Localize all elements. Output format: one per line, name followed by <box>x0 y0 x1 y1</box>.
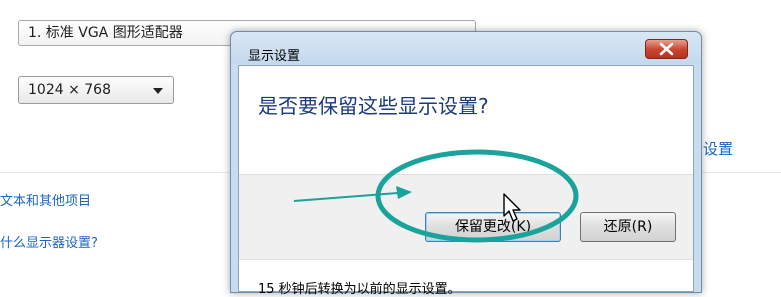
dialog-question: 是否要保留这些显示设置? <box>258 94 489 118</box>
text-size-link[interactable]: 文本和其他项目 <box>0 190 91 209</box>
advanced-settings-link[interactable]: 设置 <box>703 138 733 159</box>
help-display-settings-link[interactable]: 什么显示器设置? <box>0 232 98 251</box>
resolution-value: 1024 × 768 <box>28 82 111 98</box>
dialog-titlebar[interactable]: 显示设置 <box>231 32 701 64</box>
close-button[interactable] <box>645 39 688 59</box>
display-device-value: 1. 标准 VGA 图形适配器 <box>28 25 183 41</box>
mouse-pointer-icon <box>503 193 521 222</box>
keep-changes-button[interactable]: 保留更改(K) <box>425 212 561 242</box>
dialog-title: 显示设置 <box>248 49 301 64</box>
close-icon <box>659 42 674 56</box>
resolution-dropdown[interactable]: 1024 × 768 <box>18 76 174 104</box>
display-settings-dialog: 显示设置 是否要保留这些显示设置? 保留更改(K) 还原(R) 15 秒钟后转换… <box>230 31 702 297</box>
revert-button[interactable]: 还原(R) <box>580 212 676 242</box>
countdown-message: 15 秒钟后转换为以前的显示设置。 <box>258 282 461 297</box>
dialog-body: 是否要保留这些显示设置? 保留更改(K) 还原(R) 15 秒钟后转换为以前的显… <box>238 65 694 297</box>
dialog-button-bar: 保留更改(K) 还原(R) <box>239 174 693 260</box>
chevron-down-icon <box>153 88 163 94</box>
